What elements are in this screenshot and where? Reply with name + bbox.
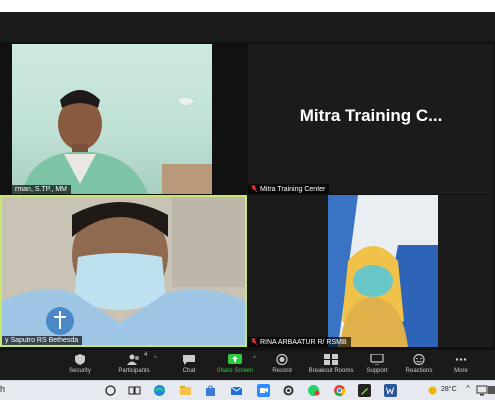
participant-name-label: rman, S.TP., MM [12, 185, 71, 194]
meeting-top-bar [0, 12, 495, 42]
circle-icon[interactable] [104, 384, 117, 397]
record-button[interactable]: Record [258, 350, 306, 380]
meeting-controls-toolbar: Security 4 ^ Participants Chat ^ Share S… [0, 350, 495, 380]
edge-icon[interactable] [153, 384, 166, 397]
participant-tile-3-active-speaker[interactable]: y Saputro RS Bethesda [0, 195, 247, 347]
taskbar-search-text[interactable]: h [0, 384, 5, 394]
security-button[interactable]: Security [56, 350, 104, 380]
reactions-smiley-icon [413, 354, 425, 365]
record-icon [276, 354, 288, 365]
more-dots-icon [455, 358, 467, 361]
participant-video-3 [2, 197, 245, 345]
file-explorer-icon[interactable] [179, 384, 192, 397]
temperature-label: 28°C [441, 386, 457, 393]
chevron-up-icon[interactable]: ^ [253, 356, 256, 362]
participant-tile-1[interactable]: rman, S.TP., MM [12, 44, 212, 194]
weather-icon [428, 386, 437, 395]
shield-icon [75, 354, 85, 365]
participant-tile-2[interactable]: Mitra Training C... Mitra Training Cente… [248, 44, 494, 194]
pen-icon[interactable] [358, 384, 371, 397]
reactions-button[interactable]: Reactions [395, 350, 443, 380]
windows-taskbar: h 28°C ^ [0, 380, 495, 400]
whatsapp-icon[interactable] [307, 384, 320, 397]
support-button[interactable]: Support [353, 350, 401, 380]
settings-icon[interactable] [282, 384, 295, 397]
participants-icon [127, 354, 139, 365]
participants-button[interactable]: 4 ^ Participants [110, 350, 158, 380]
participant-name-label: Mitra Training Center [248, 184, 330, 194]
mic-muted-icon [251, 338, 257, 345]
share-screen-icon [228, 354, 242, 364]
participants-count: 4 [144, 352, 148, 358]
breakout-rooms-icon [324, 354, 338, 365]
breakout-rooms-button[interactable]: Breakout Rooms [306, 350, 356, 380]
participant-name-label: y Saputro RS Bethesda [2, 336, 83, 345]
chat-bubble-icon [183, 355, 195, 365]
mic-muted-icon [251, 185, 257, 192]
share-screen-button[interactable]: ^ Share Screen [211, 350, 259, 380]
chevron-up-icon[interactable]: ^ [154, 356, 157, 362]
word-icon[interactable] [384, 384, 397, 397]
participant-name-label: RINA ARBAATUR R/ RSMB [248, 337, 351, 347]
zoom-icon[interactable] [257, 384, 270, 397]
chrome-icon[interactable] [333, 384, 346, 397]
task-view-icon[interactable] [128, 384, 141, 397]
mail-icon[interactable] [230, 384, 243, 397]
more-button[interactable]: More [437, 350, 485, 380]
notification-icon[interactable] [488, 384, 495, 397]
store-icon[interactable] [204, 384, 217, 397]
participant-tile-4[interactable]: RINA ARBAATUR R/ RSMB [248, 195, 494, 347]
participant-display-name: Mitra Training C... [299, 106, 443, 125]
support-icon [370, 354, 384, 365]
participant-video-1 [22, 90, 212, 194]
chat-button[interactable]: Chat [165, 350, 213, 380]
participant-video-4 [328, 195, 438, 347]
